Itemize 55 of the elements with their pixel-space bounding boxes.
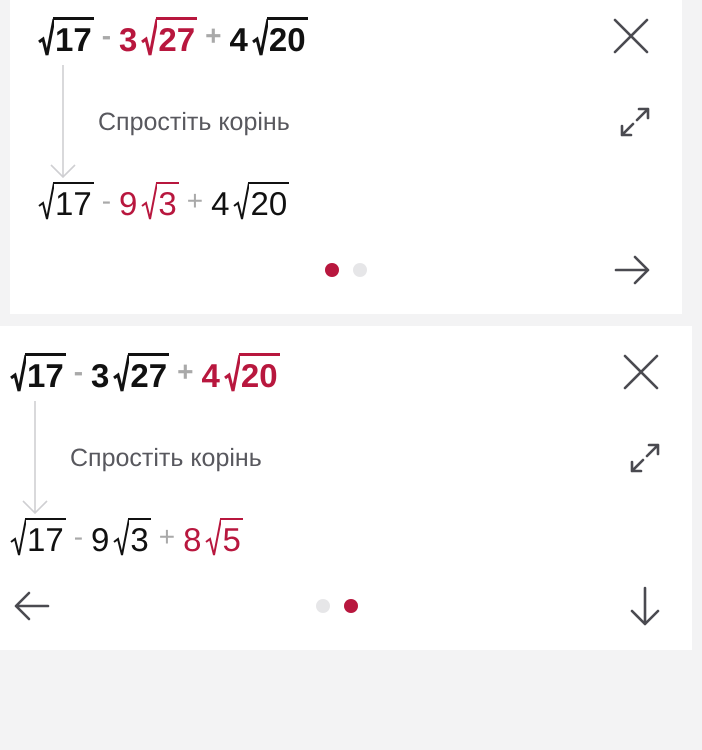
coefficient: 4	[229, 22, 248, 56]
operator: +	[177, 358, 194, 386]
radicand: 3	[128, 518, 151, 556]
expand-icon	[630, 443, 660, 473]
radical-sign-icon	[113, 518, 130, 556]
page-dot[interactable]	[316, 599, 330, 613]
arrow-down-icon	[630, 586, 660, 626]
radicand: 27	[156, 16, 198, 56]
arrow-right-icon	[614, 255, 650, 285]
radical-sign-icon	[38, 18, 54, 56]
radical-sign-icon	[141, 18, 158, 56]
operator: +	[158, 523, 176, 551]
coefficient: 4	[201, 358, 220, 392]
page-dot[interactable]	[353, 263, 367, 277]
radicand: 17	[25, 352, 66, 392]
operator: +	[205, 22, 222, 50]
operator: +	[186, 187, 204, 215]
radicand: 27	[128, 352, 170, 392]
radical-sign-icon	[113, 354, 130, 392]
step-label: Спростіть корінь	[70, 444, 263, 472]
coefficient: 9	[119, 187, 138, 220]
operator: -	[74, 523, 84, 551]
radicand: 17	[25, 518, 66, 556]
radical-sign-icon	[252, 18, 268, 56]
coefficient: 3	[119, 22, 138, 56]
page-dot[interactable]	[325, 263, 339, 277]
radicand: 3	[156, 182, 179, 220]
radical-sign-icon	[10, 518, 26, 556]
close-icon	[622, 353, 660, 391]
radical-sign-icon	[224, 354, 240, 392]
arrow-left-icon	[14, 591, 50, 621]
operator: -	[74, 358, 84, 386]
step-arrow-icon	[48, 63, 78, 181]
radical-sign-icon	[205, 518, 222, 556]
close-icon	[612, 17, 650, 55]
radical-sign-icon	[10, 354, 26, 392]
radicand: 20	[238, 352, 280, 392]
expand-icon	[620, 107, 650, 137]
radicand: 17	[53, 16, 94, 56]
radical-sign-icon	[141, 182, 158, 220]
coefficient: 3	[91, 358, 110, 392]
operator: -	[102, 187, 112, 215]
page-dot[interactable]	[344, 599, 358, 613]
coefficient: 9	[91, 523, 110, 556]
radical-sign-icon	[38, 182, 54, 220]
step-arrow-icon	[20, 399, 50, 517]
radicand: 20	[266, 16, 308, 56]
step-label: Спростіть корінь	[98, 108, 291, 136]
coefficient: 4	[211, 187, 230, 220]
radical-sign-icon	[233, 182, 250, 220]
radicand: 20	[248, 182, 290, 220]
radicand: 17	[53, 182, 94, 220]
coefficient: 8	[183, 523, 202, 556]
operator: -	[102, 22, 112, 50]
radicand: 5	[220, 518, 243, 556]
